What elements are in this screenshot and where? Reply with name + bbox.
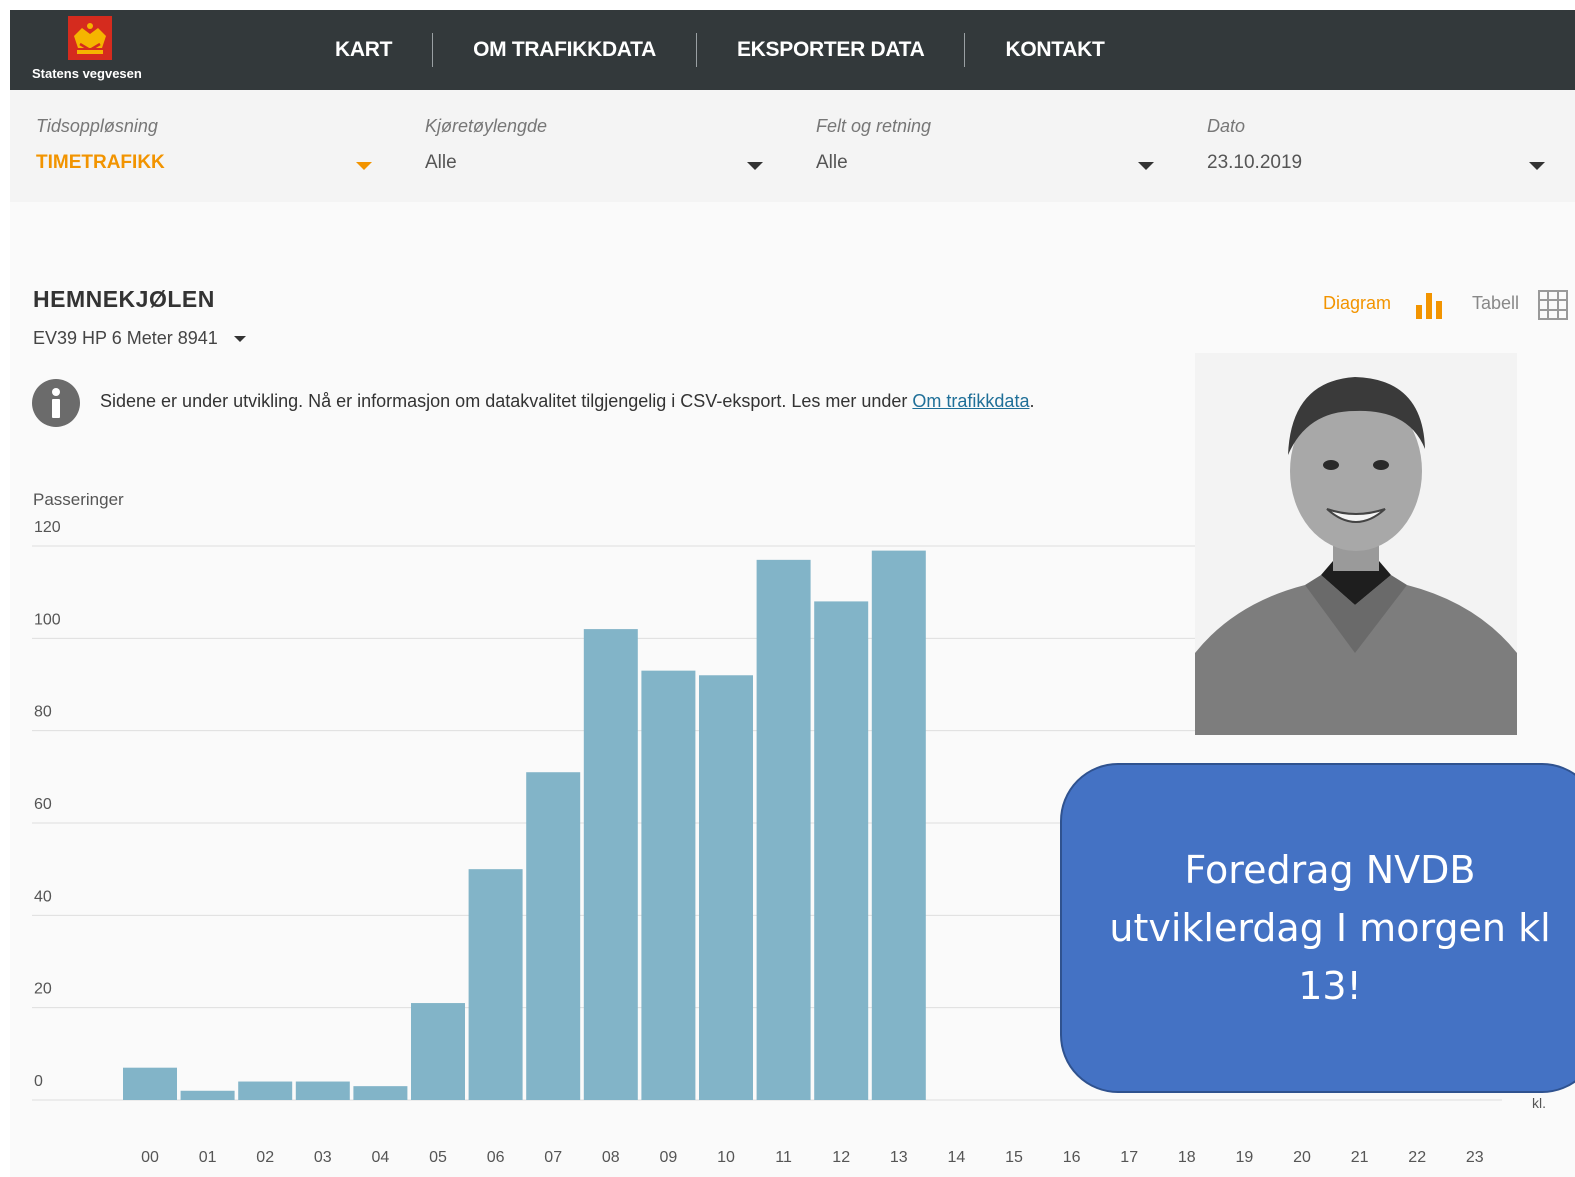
chevron-down-icon[interactable] bbox=[1138, 162, 1154, 170]
time-resolution-select[interactable]: Tidsoppløsning TIMETRAFIKK bbox=[36, 90, 376, 202]
om-trafikkdata-link[interactable]: Om trafikkdata bbox=[912, 391, 1029, 411]
x-tick-label: 04 bbox=[372, 1149, 390, 1166]
filter-value: 23.10.2019 bbox=[1207, 152, 1303, 173]
filter-value: Alle bbox=[425, 152, 457, 173]
y-axis-title: Passeringer bbox=[33, 490, 124, 509]
x-tick-label: 12 bbox=[832, 1149, 850, 1166]
statens-vegvesen-logo[interactable]: Statens vegvesen bbox=[32, 16, 172, 84]
main-nav: KART OM TRAFIKKDATA EKSPORTER DATA KONTA… bbox=[295, 10, 1144, 90]
y-tick-label: 80 bbox=[34, 704, 52, 721]
bar bbox=[583, 629, 638, 1100]
bar bbox=[641, 670, 696, 1100]
bar bbox=[238, 1081, 293, 1100]
x-tick-label: 20 bbox=[1293, 1149, 1311, 1166]
bar bbox=[180, 1090, 235, 1100]
bar bbox=[295, 1081, 350, 1100]
bar bbox=[871, 550, 926, 1100]
x-tick-label: 19 bbox=[1236, 1149, 1254, 1166]
x-tick-label: 00 bbox=[141, 1149, 159, 1166]
info-text: Sidene er under utvikling. Nå er informa… bbox=[100, 391, 913, 411]
x-tick-label: 18 bbox=[1178, 1149, 1196, 1166]
bar-chart-icon[interactable] bbox=[1414, 291, 1444, 319]
crown-icon bbox=[74, 23, 106, 54]
announcement-callout: Foredrag NVDB utviklerdag I morgen kl 13… bbox=[1060, 763, 1575, 1093]
top-navigation-bar: Statens vegvesen KART OM TRAFIKKDATA EKS… bbox=[10, 10, 1575, 90]
x-tick-label: 05 bbox=[429, 1149, 447, 1166]
chevron-down-icon[interactable] bbox=[1529, 162, 1545, 170]
x-tick-label: 07 bbox=[544, 1149, 562, 1166]
x-tick-label: 02 bbox=[256, 1149, 274, 1166]
filter-value: TIMETRAFIKK bbox=[36, 152, 165, 173]
bar bbox=[814, 601, 869, 1100]
nav-item-kart[interactable]: KART bbox=[295, 38, 432, 62]
logo-badge bbox=[68, 16, 112, 60]
info-suffix: . bbox=[1029, 391, 1035, 411]
filter-label: Dato bbox=[1207, 116, 1246, 136]
bar bbox=[123, 1067, 177, 1100]
chevron-down-icon[interactable] bbox=[234, 336, 246, 342]
vehicle-length-select[interactable]: Kjøretøylengde Alle bbox=[425, 90, 765, 202]
bar bbox=[699, 675, 753, 1100]
y-tick-label: 20 bbox=[34, 981, 52, 998]
x-tick-label: 15 bbox=[1005, 1149, 1023, 1166]
x-axis-unit: kl. bbox=[1532, 1095, 1546, 1111]
x-tick-label: 21 bbox=[1351, 1149, 1369, 1166]
app-frame: Statens vegvesen KART OM TRAFIKKDATA EKS… bbox=[10, 10, 1575, 1177]
filter-label: Kjøretøylengde bbox=[425, 116, 548, 136]
x-tick-label: 14 bbox=[948, 1149, 966, 1166]
station-title: HEMNEKJØLEN bbox=[33, 286, 215, 312]
presenter-photo bbox=[1195, 353, 1517, 735]
lane-direction-select[interactable]: Felt og retning Alle bbox=[816, 90, 1156, 202]
x-tick-label: 01 bbox=[199, 1149, 217, 1166]
filter-value: Alle bbox=[816, 152, 848, 173]
nav-item-eksporter-data[interactable]: EKSPORTER DATA bbox=[697, 38, 965, 62]
bar bbox=[353, 1086, 408, 1100]
x-tick-label: 17 bbox=[1120, 1149, 1138, 1166]
x-tick-label: 13 bbox=[890, 1149, 908, 1166]
nav-item-kontakt[interactable]: KONTAKT bbox=[965, 38, 1144, 62]
bar bbox=[756, 559, 811, 1100]
y-tick-label: 120 bbox=[34, 519, 61, 536]
y-tick-label: 60 bbox=[34, 796, 52, 813]
chevron-down-icon[interactable] bbox=[356, 162, 372, 170]
x-tick-label: 08 bbox=[602, 1149, 620, 1166]
x-tick-label: 10 bbox=[717, 1149, 735, 1166]
x-tick-label: 06 bbox=[487, 1149, 505, 1166]
nav-item-om-trafikkdata[interactable]: OM TRAFIKKDATA bbox=[433, 38, 696, 62]
x-tick-label: 09 bbox=[660, 1149, 678, 1166]
info-message: Sidene er under utvikling. Nå er informa… bbox=[100, 391, 1034, 412]
x-tick-label: 11 bbox=[775, 1149, 792, 1166]
y-tick-label: 100 bbox=[34, 611, 61, 628]
x-tick-label: 16 bbox=[1063, 1149, 1081, 1166]
info-icon bbox=[32, 379, 80, 427]
y-tick-label: 0 bbox=[34, 1073, 43, 1090]
bar bbox=[526, 772, 581, 1100]
y-tick-label: 40 bbox=[34, 888, 52, 905]
table-grid-icon[interactable] bbox=[1538, 290, 1568, 320]
station-meter-select[interactable]: EV39 HP 6 Meter 8941 bbox=[33, 328, 218, 349]
filter-label: Tidsoppløsning bbox=[36, 116, 158, 136]
diagram-view-button[interactable]: Diagram bbox=[1323, 293, 1391, 314]
filter-bar: Tidsoppløsning TIMETRAFIKK Kjøretøylengd… bbox=[10, 90, 1575, 202]
x-tick-label: 23 bbox=[1466, 1149, 1484, 1166]
bar bbox=[468, 869, 523, 1100]
x-tick-label: 22 bbox=[1408, 1149, 1426, 1166]
date-select[interactable]: Dato 23.10.2019 bbox=[1207, 90, 1551, 202]
x-tick-label: 03 bbox=[314, 1149, 332, 1166]
bar bbox=[411, 1003, 465, 1100]
org-name: Statens vegvesen bbox=[32, 66, 142, 81]
filter-label: Felt og retning bbox=[816, 116, 932, 136]
chevron-down-icon[interactable] bbox=[747, 162, 763, 170]
table-view-button[interactable]: Tabell bbox=[1472, 293, 1519, 314]
